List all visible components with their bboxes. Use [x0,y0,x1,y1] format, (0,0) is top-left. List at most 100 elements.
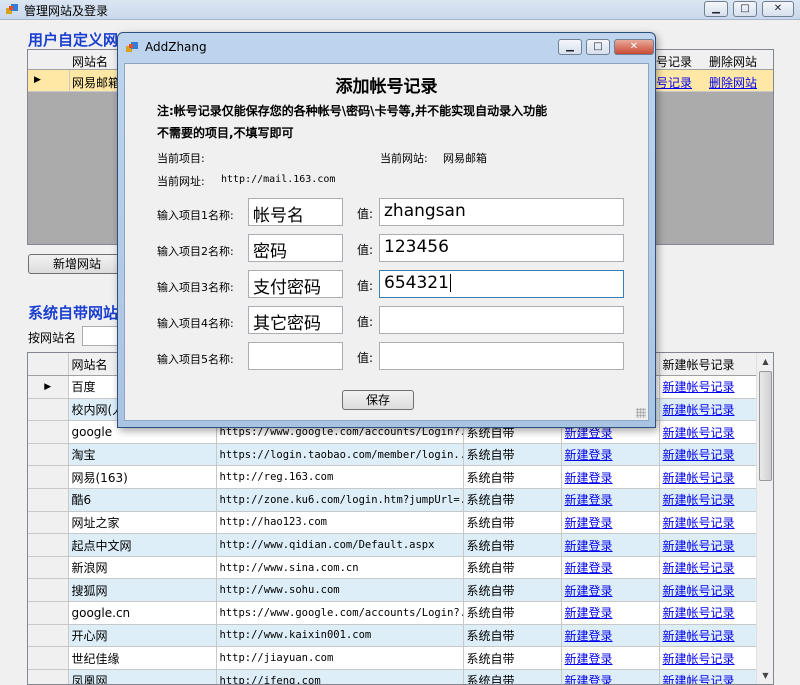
item1-name-input[interactable]: 帐号名 [248,198,343,226]
save-button[interactable]: 保存 [342,390,414,410]
site-name-cell: 搜狐网 [68,578,217,603]
maximize-button[interactable]: □ [733,1,757,17]
scroll-thumb[interactable] [759,371,772,481]
new-record-link-text[interactable]: 新建帐号记录 [663,561,735,575]
table-row[interactable]: 淘宝 https://login.taobao.com/member/login.… [28,443,758,467]
scroll-down-icon[interactable]: ▼ [758,667,773,684]
new-record-link[interactable]: 新建帐号记录 [659,556,758,580]
search-label: 按网站名 [28,331,77,345]
table-row[interactable]: google.cn https://www.google.com/accounts… [28,601,758,625]
new-record-link-text[interactable]: 新建帐号记录 [663,606,735,620]
new-record-link[interactable]: 新建帐号记录 [659,624,758,648]
new-record-link-text[interactable]: 新建帐号记录 [663,674,735,684]
new-login-link-text[interactable]: 新建登录 [565,652,613,666]
minimize-button[interactable]: ▁ [704,1,728,17]
item3-label: 输入项目3名称: [157,281,234,294]
table-row[interactable]: 搜狐网 http://www.sohu.com 系统自带 新建登录 新建帐号记录 [28,578,758,603]
new-login-link[interactable]: 新建登录 [561,646,660,670]
new-login-link[interactable]: 新建登录 [561,533,660,557]
new-record-link-text[interactable]: 新建帐号记录 [663,516,735,530]
table-row[interactable]: 网易(163) http://reg.163.com 系统自带 新建登录 新建帐号记录 [28,465,758,490]
new-login-link-text[interactable]: 新建登录 [565,629,613,643]
new-login-link-text[interactable]: 新建登录 [565,471,613,485]
row-header [28,465,69,490]
new-record-link[interactable]: 新建帐号记录 [659,398,758,422]
table-row[interactable]: 酷6 http://zone.ku6.com/login.htm?jumpUrl=… [28,488,758,512]
new-login-link-text[interactable]: 新建登录 [565,493,613,507]
new-login-link[interactable]: 新建登录 [561,601,660,625]
add-site-button[interactable]: 新增网站 [28,254,126,274]
item1-value-input[interactable]: zhangsan [379,198,624,226]
new-record-link-text[interactable]: 新建帐号记录 [663,539,735,553]
new-login-link[interactable]: 新建登录 [561,556,660,580]
item5-name-input[interactable] [248,342,343,370]
new-record-link[interactable]: 新建帐号记录 [659,669,758,684]
new-login-link-text[interactable]: 新建登录 [565,606,613,620]
dialog-maximize-button[interactable]: □ [586,39,610,55]
add-record-link[interactable]: 号记录 [656,74,692,91]
new-record-link[interactable]: 新建帐号记录 [659,533,758,557]
new-record-link[interactable]: 新建帐号记录 [659,511,758,535]
new-record-link-text[interactable]: 新建帐号记录 [663,380,735,394]
new-record-link-text[interactable]: 新建帐号记录 [663,493,735,507]
type-cell: 系统自带 [463,465,562,490]
item4-name-input[interactable]: 其它密码 [248,306,343,334]
user-section-title: 用户自定义网 [28,31,119,49]
search-input[interactable] [82,326,122,346]
new-record-link-text[interactable]: 新建帐号记录 [663,403,735,417]
type-cell: 系统自带 [463,533,562,557]
dialog-app-icon [126,42,138,52]
item3-value-input[interactable]: 654321 [379,270,624,298]
new-record-link-text[interactable]: 新建帐号记录 [663,629,735,643]
new-login-link[interactable]: 新建登录 [561,511,660,535]
row-header [28,601,69,625]
new-record-link[interactable]: 新建帐号记录 [659,578,758,603]
table-row[interactable]: 起点中文网 http://www.qidian.com/Default.aspx 系… [28,533,758,557]
dialog-close-button[interactable]: ✕ [614,39,654,55]
new-login-link[interactable]: 新建登录 [561,624,660,648]
item2-name-input[interactable]: 密码 [248,234,343,262]
item5-value-input[interactable] [379,342,624,370]
new-record-link[interactable]: 新建帐号记录 [659,488,758,512]
item2-value-input[interactable]: 123456 [379,234,624,262]
new-record-link-text[interactable]: 新建帐号记录 [663,471,735,485]
item4-value-input[interactable] [379,306,624,334]
table-row[interactable]: 网址之家 http://hao123.com 系统自带 新建登录 新建帐号记录 [28,511,758,535]
item3-name-input[interactable]: 支付密码 [248,270,343,298]
item3-value-text: 654321 [384,273,449,293]
new-login-link[interactable]: 新建登录 [561,443,660,467]
row-header [28,624,69,648]
new-record-link-text[interactable]: 新建帐号记录 [663,584,735,598]
table-row[interactable]: 凤凰网 http://ifeng.com 系统自带 新建登录 新建帐号记录 [28,669,758,684]
new-login-link-text[interactable]: 新建登录 [565,561,613,575]
dialog-minimize-button[interactable]: ▁ [558,39,582,55]
system-grid-scrollbar[interactable]: ▲ ▼ [756,353,773,684]
delete-site-link[interactable]: 删除网站 [709,74,757,91]
new-login-link[interactable]: 新建登录 [561,578,660,603]
scroll-up-icon[interactable]: ▲ [758,353,773,370]
type-cell: 系统自带 [463,578,562,603]
new-record-link-text[interactable]: 新建帐号记录 [663,652,735,666]
new-record-link[interactable]: 新建帐号记录 [659,601,758,625]
close-button[interactable]: ✕ [762,1,794,17]
table-row[interactable]: 新浪网 http://www.sina.com.cn 系统自带 新建登录 新建帐号记录 [28,556,758,580]
new-login-link[interactable]: 新建登录 [561,669,660,684]
new-record-link[interactable]: 新建帐号记录 [659,646,758,670]
new-record-link[interactable]: 新建帐号记录 [659,465,758,490]
new-record-link[interactable]: 新建帐号记录 [659,443,758,467]
table-row[interactable]: 世纪佳缘 http://jiayuan.com 系统自带 新建登录 新建帐号记录 [28,646,758,670]
new-record-link[interactable]: 新建帐号记录 [659,375,758,399]
new-record-link-text[interactable]: 新建帐号记录 [663,448,735,462]
new-login-link-text[interactable]: 新建登录 [565,584,613,598]
new-login-link-text[interactable]: 新建登录 [565,516,613,530]
row-indicator-icon: ▶ [34,75,41,85]
new-login-link-text[interactable]: 新建登录 [565,674,613,684]
table-row[interactable]: 开心网 http://www.kaixin001.com 系统自带 新建登录 新建帐号记… [28,624,758,648]
new-login-link-text[interactable]: 新建登录 [565,539,613,553]
new-login-link-text[interactable]: 新建登录 [565,448,613,462]
resize-grip-icon[interactable] [636,408,646,418]
new-login-link[interactable]: 新建登录 [561,465,660,490]
new-record-link-text[interactable]: 新建帐号记录 [663,426,735,440]
new-record-link[interactable]: 新建帐号记录 [659,420,758,444]
new-login-link[interactable]: 新建登录 [561,488,660,512]
